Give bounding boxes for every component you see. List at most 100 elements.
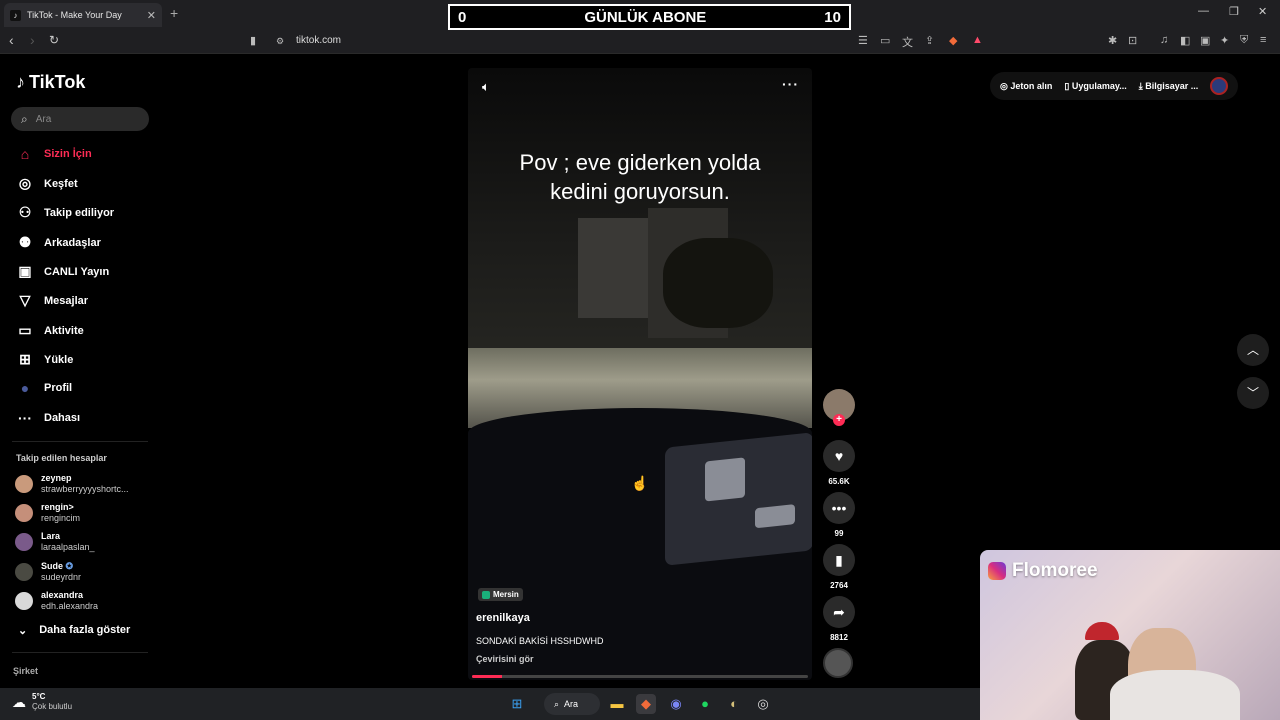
brave-browser-icon[interactable]: ◆	[636, 694, 656, 714]
share-button[interactable]: ➦	[823, 596, 855, 628]
comment-button[interactable]: •••	[823, 492, 855, 524]
video-frame-screen-tile	[705, 457, 745, 502]
menu-icon[interactable]: ≡	[1260, 34, 1266, 46]
comment-count: 99	[834, 529, 844, 538]
search-icon: ⌕	[554, 698, 560, 709]
followed-account[interactable]: Lara laraalpaslan_	[15, 531, 95, 553]
new-tab-button[interactable]: +	[170, 5, 178, 21]
counter-goal: 10	[824, 8, 841, 26]
sidebar-item-friends[interactable]: ⚉ Arkadaşlar	[16, 234, 101, 251]
leo-ai-icon[interactable]: ✦	[1220, 34, 1229, 47]
browser-tab[interactable]: ♪ TikTok - Make Your Day ✕	[4, 3, 162, 27]
url-field[interactable]: tiktok.com	[296, 35, 341, 46]
chevron-down-icon: ⌄	[18, 625, 28, 637]
obs-icon[interactable]: ◎	[753, 694, 773, 714]
app-icon[interactable]: ◐	[724, 694, 744, 714]
follow-plus-icon[interactable]: +	[833, 414, 845, 426]
sidebar-item-following[interactable]: ⚇ Takip ediliyor	[16, 204, 114, 221]
search-input[interactable]: ⌕ Ara	[11, 107, 149, 131]
previous-video-button[interactable]: ︿	[1237, 334, 1269, 366]
sidebar-item-label: Profil	[44, 382, 73, 394]
sidebar-item-label: Takip ediliyor	[44, 206, 115, 219]
header-actions: ◎ Jeton alın ▯ Uygulamay... ⤓ Bilgisayar…	[990, 72, 1239, 100]
profile-icon: ●	[20, 380, 30, 396]
desktop-app-label: Bilgisayar ...	[1145, 80, 1199, 91]
avatar	[15, 563, 33, 581]
sidebar-item-for-you[interactable]: ⌂ Sizin İçin	[16, 146, 92, 162]
more-icon: ···	[18, 410, 32, 426]
reader-icon[interactable]: ☰	[858, 34, 868, 47]
tiktok-logo[interactable]: ♪ TikTok	[16, 72, 85, 93]
get-app-button[interactable]: ▯ Uygulamay...	[1064, 81, 1126, 92]
more-options-icon[interactable]: ···	[782, 76, 799, 92]
logo-text: TikTok	[29, 72, 86, 92]
discord-icon[interactable]: ◉	[666, 694, 686, 714]
minimize-button[interactable]: —	[1198, 5, 1209, 17]
sidebar-icon[interactable]: ◧	[1180, 34, 1190, 47]
taskbar-search[interactable]: ⌕ Ara	[544, 693, 600, 715]
avatar	[15, 533, 33, 551]
file-explorer-icon[interactable]: ▬	[607, 694, 627, 714]
home-icon: ⌂	[20, 146, 30, 162]
followed-account[interactable]: alexandra edh.alexandra	[15, 590, 98, 612]
sidebar-item-explore[interactable]: ◎ Keşfet	[16, 175, 78, 192]
site-info-icon[interactable]: ⚙	[276, 36, 284, 47]
like-button[interactable]: ♥	[823, 440, 855, 472]
screenshot-icon[interactable]: ⊡	[1128, 34, 1137, 47]
translate-icon[interactable]: 文	[902, 34, 913, 50]
account-name: Lara	[41, 531, 61, 541]
sidebar-item-profile[interactable]: ● Profil	[16, 380, 72, 396]
brave-rewards-icon[interactable]: ▲	[972, 34, 983, 46]
close-window-button[interactable]: ✕	[1258, 5, 1267, 18]
show-more-button[interactable]: ⌄ Daha fazla göster	[18, 624, 130, 637]
cast-icon[interactable]: ▭	[880, 34, 890, 47]
maximize-button[interactable]: ❐	[1229, 5, 1239, 18]
close-tab-icon[interactable]: ✕	[147, 9, 156, 22]
windows-start-icon[interactable]: ⊞	[507, 694, 527, 714]
followed-account[interactable]: rengin> rengincim	[15, 502, 80, 524]
sidebar-item-more[interactable]: ··· Dahası	[16, 410, 80, 426]
back-button[interactable]: ‹	[9, 32, 14, 48]
reload-button[interactable]: ↻	[49, 33, 59, 47]
sidebar-item-activity[interactable]: ▭ Aktivite	[16, 322, 83, 339]
bookmark-icon[interactable]: ▮	[250, 34, 256, 47]
search-icon: ⌕	[21, 111, 28, 126]
extensions-icon[interactable]: ✱	[1108, 34, 1117, 47]
share-arrow-icon: ➦	[833, 604, 845, 620]
see-translation-link[interactable]: Çevirisini gör	[476, 654, 534, 664]
video-frame-building	[578, 218, 648, 318]
video-caption: Pov ; eve giderken yolda kedini goruyors…	[468, 148, 812, 206]
music-disc[interactable]	[823, 648, 853, 678]
video-progress-bar[interactable]	[472, 675, 808, 678]
save-button[interactable]: ▮	[823, 544, 855, 576]
weather-temperature: 5°C	[32, 692, 46, 701]
followed-account[interactable]: zeynep strawberryyyyshortc...	[15, 473, 129, 495]
show-more-label: Daha fazla göster	[39, 624, 131, 636]
vpn-icon[interactable]: ⛨	[1240, 34, 1248, 47]
sidebar-item-label: Keşfet	[44, 177, 78, 190]
sidebar-item-upload[interactable]: ⊞ Yükle	[16, 351, 73, 368]
sidebar-item-messages[interactable]: ▽ Mesajlar	[16, 292, 88, 309]
sidebar-item-live[interactable]: ▣ CANLI Yayın	[16, 263, 109, 280]
wallet-icon[interactable]: ▣	[1200, 34, 1210, 47]
tiktok-favicon-icon: ♪	[10, 9, 21, 21]
search-placeholder: Ara	[35, 113, 52, 125]
next-video-button[interactable]: ﹀	[1237, 377, 1269, 409]
get-coins-button[interactable]: ◎ Jeton alın	[1000, 81, 1052, 92]
video-caption-line: Pov ; eve giderken yolda	[519, 150, 761, 175]
brave-shield-icon[interactable]: ◆	[949, 34, 957, 47]
video-author[interactable]: erenilkaya	[476, 612, 530, 624]
sound-icon[interactable]: 🔈︎	[482, 79, 490, 95]
forward-button[interactable]: ›	[30, 32, 35, 48]
user-avatar[interactable]	[1210, 77, 1229, 95]
spotify-icon[interactable]: ●	[695, 694, 715, 714]
desktop-app-button[interactable]: ⤓ Bilgisayar ...	[1139, 81, 1199, 92]
weather-widget[interactable]: ☁ 5°C Çok bulutlu	[12, 692, 72, 712]
followed-account[interactable]: Sude ✪ sudeyrdnr	[15, 561, 81, 583]
location-badge[interactable]: Mersin	[478, 588, 523, 601]
video-frame-screen-tile	[755, 504, 795, 529]
weather-description: Çok bulutlu	[32, 702, 73, 711]
media-icon[interactable]: ♫	[1160, 34, 1168, 46]
activity-icon: ▭	[18, 322, 32, 338]
share-icon[interactable]: ⇪	[925, 34, 934, 47]
